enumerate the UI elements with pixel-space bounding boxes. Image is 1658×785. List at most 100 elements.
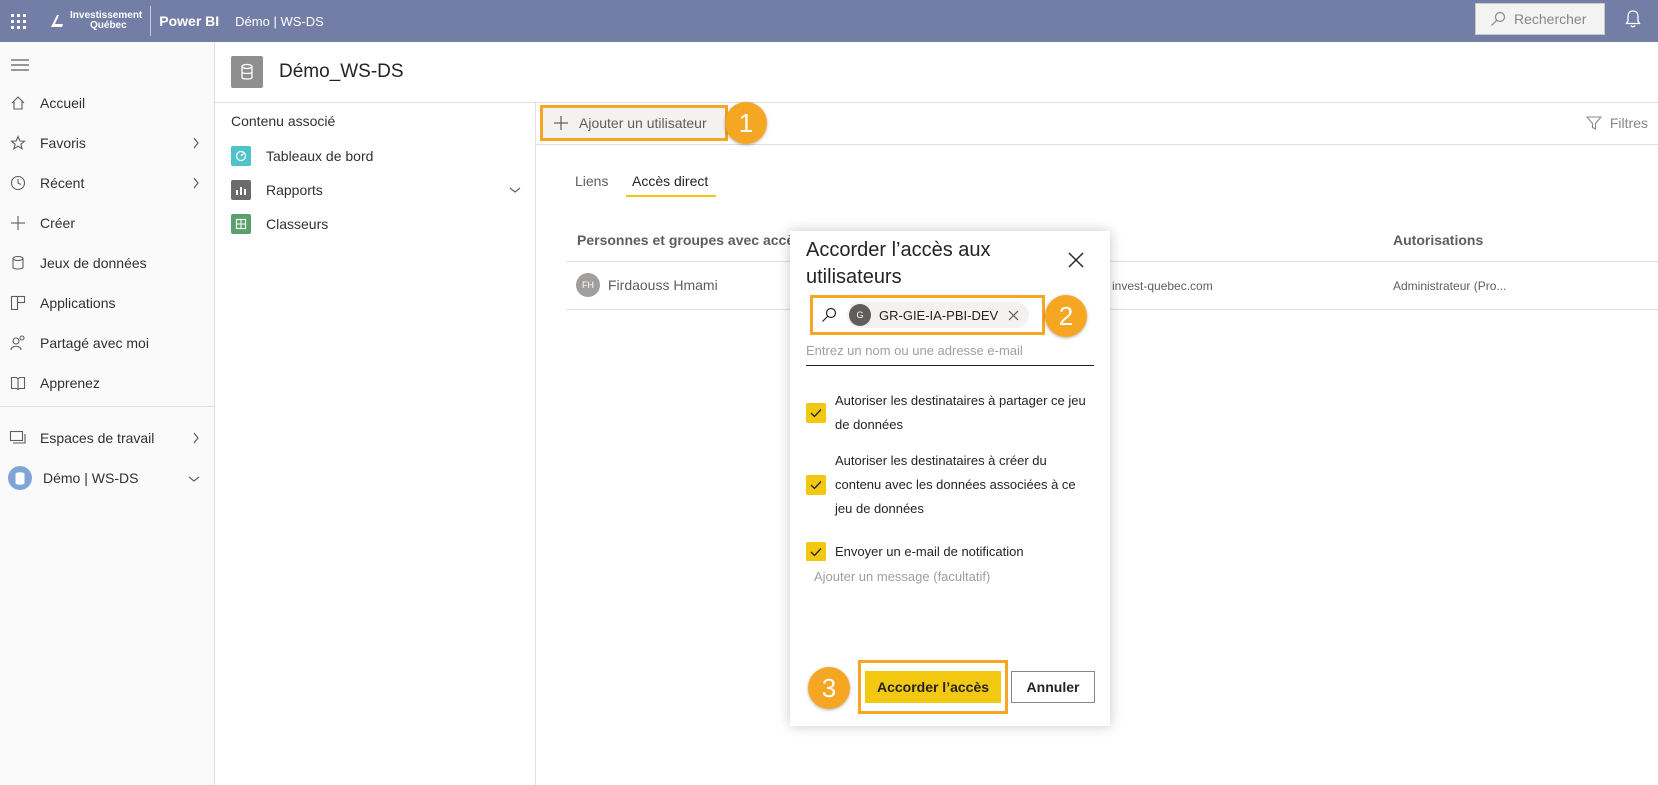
nav-divider bbox=[0, 406, 214, 407]
active-tab-indicator bbox=[626, 195, 716, 197]
nav-item-favorites[interactable]: Favoris bbox=[0, 126, 214, 160]
search-icon bbox=[1491, 11, 1506, 26]
related-item-label: Rapports bbox=[266, 182, 323, 198]
plus-icon bbox=[11, 216, 25, 230]
nav-label: Apprenez bbox=[40, 375, 100, 391]
related-content-panel: Contenu associé Tableaux de bord Rapport… bbox=[215, 103, 536, 785]
table-row-divider bbox=[566, 309, 1658, 310]
nav-item-current-workspace[interactable]: Démo | WS-DS bbox=[0, 461, 214, 495]
shared-icon bbox=[10, 335, 25, 351]
recipient-chip[interactable]: G GR-GIE-IA-PBI-DEV bbox=[847, 302, 1030, 328]
database-icon bbox=[12, 255, 24, 270]
chip-label: GR-GIE-IA-PBI-DEV bbox=[879, 307, 999, 323]
tab-links[interactable]: Liens bbox=[575, 173, 608, 189]
grant-access-button[interactable]: Accorder l’accès bbox=[865, 671, 1001, 703]
table-header-divider bbox=[566, 261, 1658, 262]
nav-label: Applications bbox=[40, 295, 116, 311]
apps-icon bbox=[10, 295, 26, 311]
tab-direct-access[interactable]: Accès direct bbox=[632, 173, 708, 189]
step-marker-1: 1 bbox=[725, 102, 767, 144]
breadcrumb[interactable]: Démo | WS-DS bbox=[235, 14, 324, 29]
close-icon[interactable] bbox=[1067, 251, 1085, 269]
column-header-people: Personnes et groupes avec accès bbox=[577, 232, 802, 248]
dialog-title: Accorder l’accès aux utilisateurs bbox=[806, 239, 991, 288]
toolbar-divider bbox=[536, 144, 1658, 145]
search-placeholder: Rechercher bbox=[1514, 11, 1587, 27]
report-icon bbox=[231, 180, 251, 200]
build-option-label: Autoriser les destinataires à créer du c… bbox=[835, 453, 1076, 516]
build-option[interactable]: Autoriser les destinataires à créer du c… bbox=[806, 449, 1096, 521]
related-item-dashboards[interactable]: Tableaux de bord bbox=[231, 146, 521, 166]
build-checkbox[interactable] bbox=[806, 475, 826, 495]
dataset-tile bbox=[231, 56, 263, 88]
nav-item-datasets[interactable]: Jeux de données bbox=[0, 246, 214, 280]
nav-item-workspaces[interactable]: Espaces de travail bbox=[0, 421, 214, 455]
column-header-permissions: Autorisations bbox=[1393, 232, 1484, 248]
page-title: Démo_WS-DS bbox=[279, 61, 404, 82]
share-option[interactable]: Autoriser les destinataires à partager c… bbox=[806, 389, 1096, 437]
recipient-box[interactable]: G GR-GIE-IA-PBI-DEV bbox=[810, 295, 1045, 335]
nav-label: Accueil bbox=[40, 95, 86, 111]
checkmark-icon bbox=[810, 481, 822, 490]
nav-item-learn[interactable]: Apprenez bbox=[0, 366, 214, 400]
user-email: invest-quebec.com bbox=[1112, 279, 1213, 293]
filters-button[interactable]: Filtres bbox=[1585, 115, 1648, 131]
email-field[interactable] bbox=[806, 336, 1094, 366]
page-header: Démo_WS-DS bbox=[215, 42, 1658, 103]
nav-item-home[interactable]: Accueil bbox=[0, 86, 214, 120]
search-box[interactable]: Rechercher bbox=[1475, 3, 1605, 35]
clock-icon bbox=[10, 175, 26, 191]
nav-item-create[interactable]: Créer bbox=[0, 206, 214, 240]
search-icon bbox=[822, 307, 837, 322]
checkmark-icon bbox=[810, 548, 822, 557]
chevron-down-icon[interactable] bbox=[188, 475, 200, 483]
nav-item-recent[interactable]: Récent bbox=[0, 166, 214, 200]
add-user-label: Ajouter un utilisateur bbox=[579, 115, 707, 131]
plus-icon bbox=[554, 116, 568, 130]
chevron-right-icon[interactable] bbox=[192, 137, 200, 149]
related-content-heading: Contenu associé bbox=[231, 113, 336, 129]
share-checkbox[interactable] bbox=[806, 403, 826, 423]
chip-avatar: G bbox=[849, 304, 871, 326]
top-bar: Investissement Québec Power BI Démo | WS… bbox=[0, 0, 1658, 42]
product-name[interactable]: Power BI bbox=[159, 13, 219, 29]
nav-label: Jeux de données bbox=[40, 255, 147, 271]
nav-label: Récent bbox=[40, 175, 85, 191]
star-icon bbox=[10, 135, 26, 151]
related-item-label: Tableaux de bord bbox=[266, 148, 374, 164]
hamburger-icon[interactable] bbox=[11, 58, 29, 72]
chevron-right-icon[interactable] bbox=[192, 177, 200, 189]
nav-label: Créer bbox=[40, 215, 76, 231]
nav-item-apps[interactable]: Applications bbox=[0, 286, 214, 320]
related-item-reports[interactable]: Rapports bbox=[231, 180, 521, 200]
bell-icon[interactable] bbox=[1624, 9, 1642, 29]
filters-label: Filtres bbox=[1609, 115, 1648, 131]
filter-icon bbox=[1585, 116, 1602, 130]
dashboard-icon bbox=[231, 146, 251, 166]
step-marker-2: 2 bbox=[1045, 295, 1087, 337]
app-launcher-icon[interactable] bbox=[0, 0, 36, 42]
nav-label: Partagé avec moi bbox=[40, 335, 149, 351]
checkmark-icon bbox=[810, 409, 822, 418]
logo-mark-icon bbox=[51, 15, 63, 27]
left-nav: Accueil Favoris Récent Créer Jeux de don… bbox=[0, 42, 215, 785]
home-icon bbox=[11, 96, 25, 110]
step-marker-3: 3 bbox=[808, 667, 850, 709]
related-item-workbooks[interactable]: Classeurs bbox=[231, 214, 521, 234]
chevron-right-icon[interactable] bbox=[192, 432, 200, 444]
nav-item-shared[interactable]: Partagé avec moi bbox=[0, 326, 214, 360]
user-permission[interactable]: Administrateur (Pro... bbox=[1393, 279, 1506, 293]
add-user-button[interactable]: Ajouter un utilisateur bbox=[540, 105, 728, 141]
database-icon bbox=[241, 63, 253, 80]
nav-label: Favoris bbox=[40, 135, 86, 151]
database-icon bbox=[15, 472, 25, 485]
chevron-down-icon[interactable] bbox=[509, 186, 521, 194]
avatar: FH bbox=[576, 273, 600, 297]
cancel-button[interactable]: Annuler bbox=[1011, 671, 1095, 703]
message-field[interactable] bbox=[806, 561, 1094, 621]
remove-chip-icon[interactable] bbox=[1008, 310, 1019, 321]
workspaces-icon bbox=[9, 430, 26, 444]
book-icon bbox=[10, 376, 26, 391]
org-logo: Investissement Québec bbox=[48, 6, 152, 36]
notify-checkbox[interactable] bbox=[806, 542, 826, 562]
